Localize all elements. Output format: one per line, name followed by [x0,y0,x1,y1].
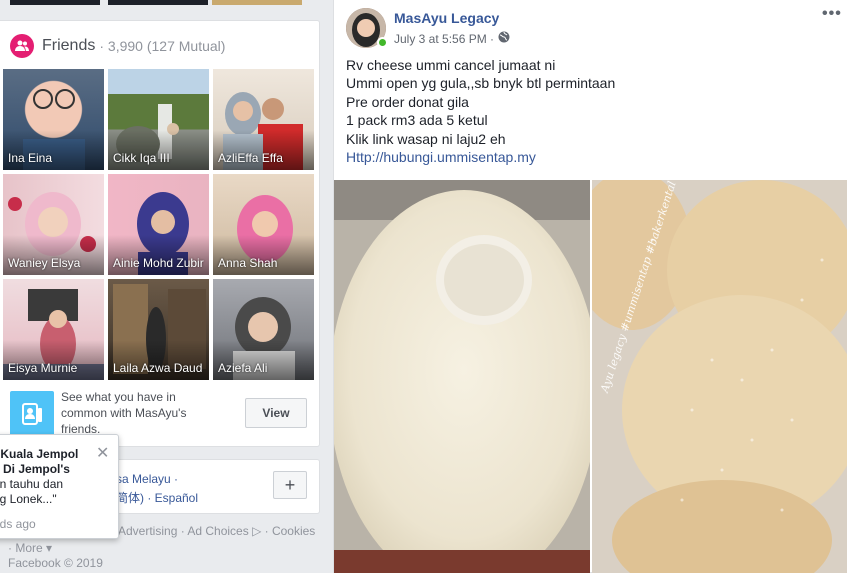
common-friends-text: See what you have in common with MasAyu'… [61,390,187,436]
friend-name[interactable]: Laila Azwa Daud [113,361,202,375]
post-photo-sugar-donuts[interactable]: Ayu legacy #ummisentap #bakerkental [592,180,847,573]
friends-card: Friends · 3,990 (127 Mutual) Ina Eina Ci… [0,20,320,447]
post-text-line: Ummi open yg gula,,sb bnyk btl permintaa… [346,75,616,92]
friends-count: · 3,990 (127 Mutual) [99,38,226,54]
notification-text: t Kuala Jempol k Di Jempol's an tauhu da… [0,447,98,507]
notification-line1: t Kuala Jempol [0,447,79,461]
close-icon[interactable]: ✕ [96,443,109,463]
post-options-icon[interactable]: ••• [822,5,842,23]
friend-name[interactable]: Ina Eina [8,151,52,165]
friend-name[interactable]: Ainie Mohd Zubir [113,256,204,270]
friend-tile[interactable]: Ainie Mohd Zubir [108,174,209,275]
friend-name[interactable]: Cikk Iqa III [113,151,170,165]
globe-icon [498,31,510,46]
view-button[interactable]: View [245,398,307,428]
post-meta: July 3 at 5:56 PM · [394,31,510,46]
friend-tile[interactable]: AzliEffa Effa [213,69,314,170]
post-author[interactable]: MasAyu Legacy [394,10,499,26]
notification-time: nds ago [0,517,36,531]
post-text-line: Rv cheese ummi cancel jumaat ni [346,57,556,73]
footer-copyright: Facebook © 2019 [8,556,103,570]
notification-line4: ng Lonek..." [0,492,57,506]
footer-more-link[interactable]: · More ▾ [8,541,52,555]
notification-line3: an tauhu dan [0,477,64,491]
friends-icon [10,34,34,58]
post-text-line: Pre order donat gila [346,93,469,110]
friends-header[interactable]: Friends · 3,990 (127 Mutual) [10,33,225,59]
post-card: MasAyu Legacy July 3 at 5:56 PM · ••• Rv… [333,0,847,573]
friend-tile[interactable]: Anna Shah [213,174,314,275]
friend-tile[interactable]: Waniey Elsya [3,174,104,275]
notification-line2: k Di Jempol's [0,462,70,476]
post-text-line: 1 pack rm3 ada 5 ketul [346,112,488,129]
friends-title[interactable]: Friends [42,37,95,55]
friend-name[interactable]: Aziefa Ali [218,361,267,375]
add-language-button[interactable]: + [273,471,307,499]
cropped-photo-strip [0,0,320,6]
online-status-dot [377,37,388,48]
mutual-friends-icon [10,391,54,437]
post-photo-donut[interactable] [334,180,590,573]
common-friends-prompt: See what you have in common with MasAyu'… [10,390,310,437]
friend-name[interactable]: AzliEffa Effa [218,151,283,165]
friend-name[interactable]: Anna Shah [218,256,277,270]
friend-name[interactable]: Waniey Elsya [8,256,80,270]
post-timestamp[interactable]: July 3 at 5:56 PM · [394,32,494,46]
post-link[interactable]: Http://hubungi.ummisentap.my [346,148,615,166]
friend-tile[interactable]: Aziefa Ali [213,279,314,380]
friend-tile[interactable]: Eisya Murnie [3,279,104,380]
friend-tile[interactable]: Ina Eina [3,69,104,170]
notification-popup[interactable]: t Kuala Jempol k Di Jempol's an tauhu da… [0,434,119,539]
post-text-line: Klik link wasap ni laju2 eh [346,130,506,147]
friend-name[interactable]: Eisya Murnie [8,361,77,375]
footer-links[interactable]: Advertising · Ad Choices ▷ · Cookies [118,524,315,538]
friend-tile[interactable]: Cikk Iqa III [108,69,209,170]
post-text: Rv cheese ummi cancel jumaat ni Ummi ope… [346,56,615,166]
friend-tile[interactable]: Laila Azwa Daud [108,279,209,380]
